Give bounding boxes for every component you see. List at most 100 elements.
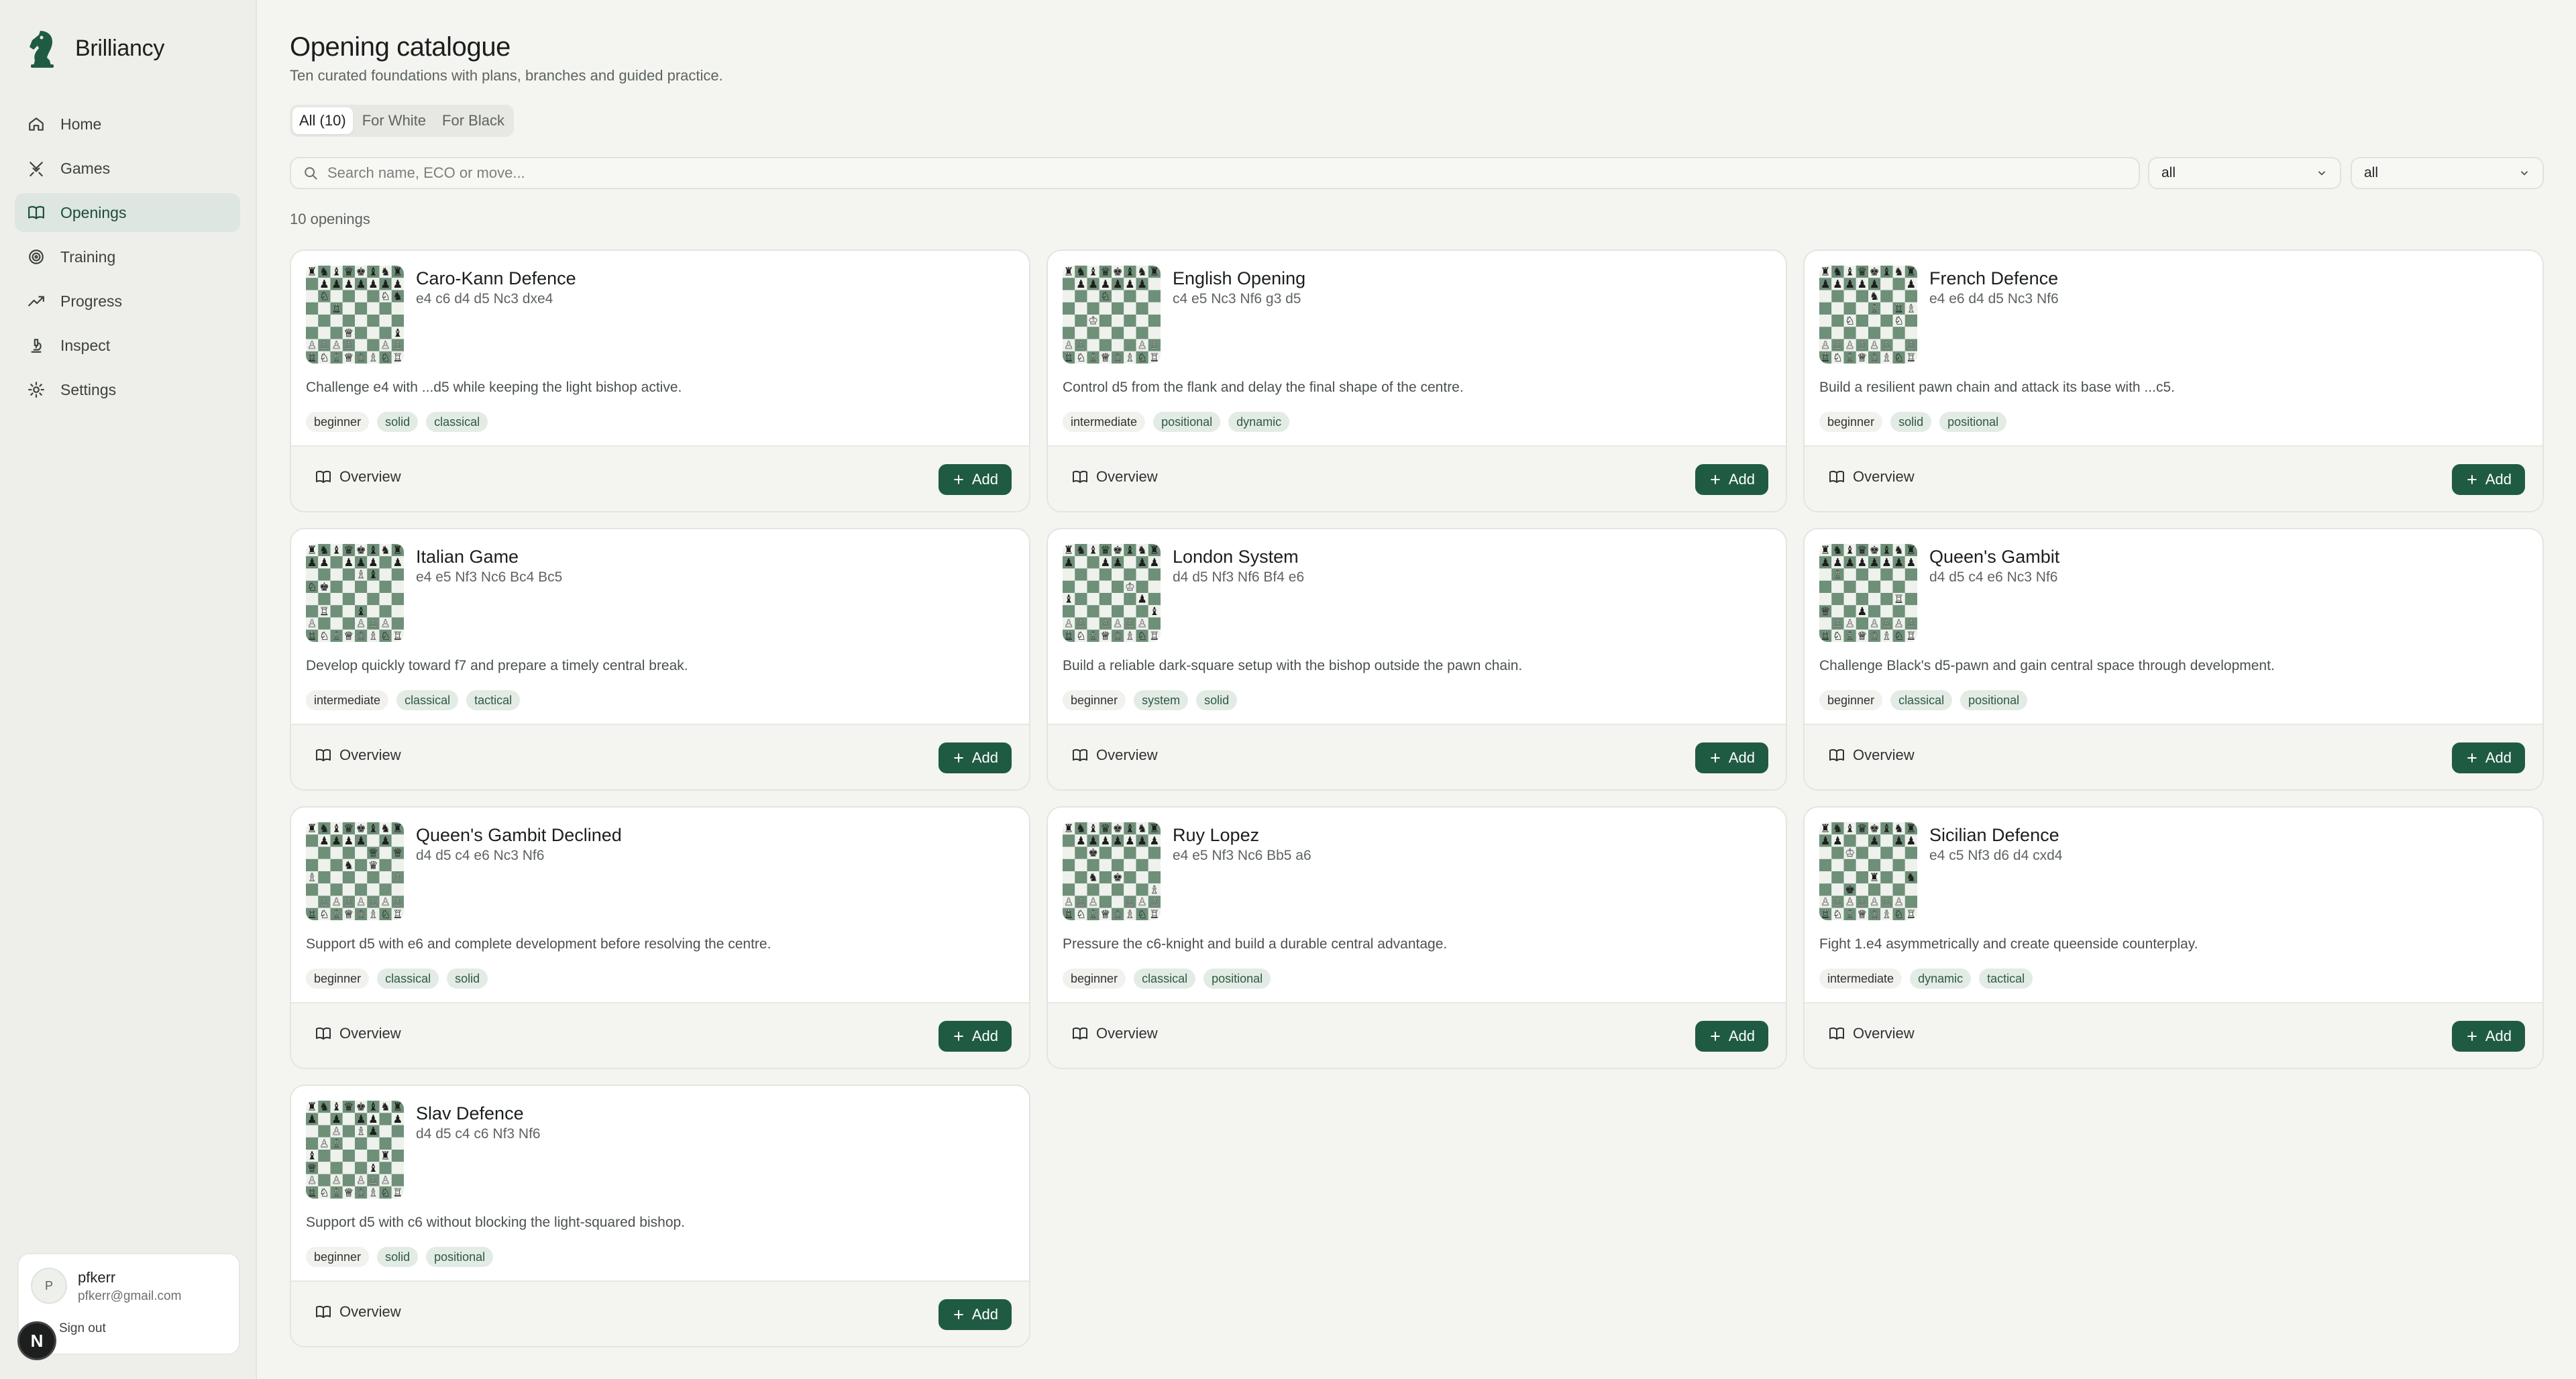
level-select[interactable]: all	[2148, 157, 2341, 189]
card-footer: Overview Add	[291, 724, 1029, 789]
opening-description: Challenge e4 with ...d5 while keeping th…	[306, 380, 682, 395]
svg-text:♖: ♖	[307, 1186, 317, 1199]
svg-text:♟: ♟	[307, 1113, 317, 1125]
svg-text:♟: ♟	[344, 834, 354, 847]
svg-text:♖: ♖	[1821, 907, 1831, 920]
opening-moves: e4 e6 d4 d5 Nc3 Nf6	[1929, 291, 2059, 307]
brand-name: Brilliancy	[75, 35, 165, 61]
search-box[interactable]	[290, 157, 2140, 189]
card-footer: Overview Add	[291, 445, 1029, 511]
chevron-down-icon	[2318, 171, 2326, 176]
opening-card[interactable]: ♜ ♞ ♝ ♛ ♚ ♝ ♞ ♜ ♟ ♟ ♟ ♟ ♟ ♔ ♜ ♞ ♚ ♙ ♙ ♙ ♙ ♙ ♙ ♙ ♖ ♘ ♗ ♕ ♔ ♗ ♘ ♖ Sicilian…	[1803, 806, 2544, 1069]
add-button[interactable]: Add	[938, 1021, 1012, 1052]
opening-card[interactable]: ♜ ♞ ♝ ♛ ♚ ♝ ♞ ♜ ♟ ♟ ♟ ♟ ♟ ♟ ♗ ♝ ♘ ♚ ♖ ♝ ♙ ♙ ♙ ♙ ♖ ♘ ♗ ♕ ♔ ♗ ♘ ♖ Italian …	[290, 528, 1030, 791]
opening-moves: e4 c5 Nf3 d6 d4 cxd4	[1929, 848, 2063, 863]
overview-button[interactable]: Overview	[1829, 468, 1915, 486]
tab-all[interactable]: All (10)	[292, 107, 353, 134]
avatar[interactable]: P	[31, 1268, 67, 1304]
svg-text:♘: ♘	[1076, 351, 1086, 364]
style-tag: solid	[447, 969, 488, 989]
style-tag: positional	[1153, 412, 1221, 432]
svg-text:♟: ♟	[331, 1113, 341, 1125]
svg-text:♙: ♙	[1833, 617, 1843, 630]
svg-text:♝: ♝	[1882, 544, 1892, 557]
svg-text:♙: ♙	[307, 617, 317, 630]
overview-button[interactable]: Overview	[315, 1303, 401, 1321]
tag-list: beginner system solid	[1063, 690, 1238, 710]
overview-button[interactable]: Overview	[315, 747, 401, 764]
board-thumbnail: ♜ ♞ ♝ ♛ ♚ ♝ ♞ ♜ ♟ ♟ ♟ ♟ ♟ ♟ ♗ ♝ ♘ ♚ ♖ ♝ ♙ ♙ ♙ ♙ ♖ ♘ ♗ ♕ ♔ ♗ ♘ ♖	[306, 544, 404, 642]
add-button[interactable]: Add	[1695, 742, 1768, 773]
opening-card[interactable]: ♜ ♞ ♝ ♛ ♚ ♝ ♞ ♜ ♟ ♟ ♟ ♟ ♟ ♟ ♟ ♚ ♞ ♚ ♗ ♙ ♙ ♙ ♙ ♙ ♙ ♖ ♘ ♗ ♕ ♔ ♗ ♘ ♖ Ruy Lop…	[1046, 806, 1787, 1069]
opening-card[interactable]: ♜ ♞ ♝ ♛ ♚ ♝ ♞ ♜ ♟ ♟ ♟ ♟ ♟ ♟ ♟ ♟ ♗ ♖ ♕ ♟ ♙ ♙ ♙ ♙ ♙ ♙ ♖ ♘ ♗ ♕ ♔ ♗ ♘ ♖ Queen'…	[1803, 528, 2544, 791]
svg-text:♘: ♘	[1076, 907, 1086, 920]
overview-button[interactable]: Overview	[315, 468, 401, 486]
svg-text:♘: ♘	[1137, 629, 1147, 642]
sidebar-item-home[interactable]: Home	[15, 105, 240, 144]
overview-button[interactable]: Overview	[1072, 468, 1158, 486]
opening-card[interactable]: ♜ ♞ ♝ ♛ ♚ ♝ ♞ ♜ ♟ ♟ ♟ ♟ ♟ ♟ ♞ ♗ ♖ ♗ ♘ ♘ ♙ ♙ ♙ ♙ ♙ ♙ ♙ ♖ ♘ ♗ ♕ ♔ ♗ ♘ ♖ Frenc…	[1803, 250, 2544, 512]
tab-for-black[interactable]: For Black	[435, 107, 511, 134]
svg-text:♚: ♚	[1113, 822, 1123, 835]
svg-text:♙: ♙	[368, 617, 378, 630]
sidebar-item-label: Games	[60, 159, 111, 177]
svg-text:♟: ♟	[1076, 278, 1086, 290]
svg-text:♜: ♜	[1821, 544, 1831, 557]
tab-for-white[interactable]: For White	[356, 107, 433, 134]
svg-text:♖: ♖	[319, 605, 329, 618]
add-button[interactable]: Add	[1695, 464, 1768, 495]
opening-card[interactable]: ♜ ♞ ♝ ♛ ♚ ♝ ♞ ♜ ♟ ♟ ♟ ♟ ♟ ♕ ♕ ♞ ♛ ♗ ♙ ♙ ♙ ♙ ♙ ♙ ♙ ♙ ♖ ♘ ♗ ♕ ♔ ♗ ♘ ♖ Queen'…	[290, 806, 1030, 1069]
svg-text:♙: ♙	[1882, 895, 1892, 908]
overview-button[interactable]: Overview	[1829, 747, 1915, 764]
style-tag: positional	[1939, 412, 2007, 432]
add-button[interactable]: Add	[938, 464, 1012, 495]
overview-label: Overview	[339, 1303, 401, 1320]
svg-text:♖: ♖	[1907, 907, 1917, 920]
svg-text:♗: ♗	[1845, 629, 1855, 642]
sidebar-item-training[interactable]: Training	[15, 237, 240, 276]
svg-text:♙: ♙	[1858, 895, 1868, 908]
overview-label: Overview	[1853, 468, 1915, 485]
svg-text:♙: ♙	[331, 1125, 341, 1138]
svg-text:♗: ♗	[1088, 351, 1098, 364]
sidebar-item-openings[interactable]: Openings	[15, 193, 240, 232]
style-select[interactable]: all	[2351, 157, 2544, 189]
sidebar-item-games[interactable]: Games	[15, 149, 240, 188]
dev-badge-button[interactable]: N	[17, 1321, 56, 1360]
svg-text:♛: ♛	[1101, 822, 1111, 835]
overview-button[interactable]: Overview	[1829, 1025, 1915, 1042]
add-button[interactable]: Add	[2451, 1021, 2525, 1052]
add-button[interactable]: Add	[2451, 742, 2525, 773]
opening-card[interactable]: ♜ ♞ ♝ ♛ ♚ ♝ ♞ ♜ ♟ ♟ ♟ ♟ ♟ ♟ ♟ ♘ ♘ ♞ ♖ ♕ ♝ ♙ ♙ ♙ ♙ ♙ ♙ ♖ ♘ ♗ ♕ ♔ ♗ ♘ ♖ Caro-…	[290, 250, 1030, 512]
add-button[interactable]: Add	[1695, 1021, 1768, 1052]
overview-button[interactable]: Overview	[315, 1025, 401, 1042]
add-button[interactable]: Add	[2451, 464, 2525, 495]
sidebar-item-settings[interactable]: Settings	[15, 370, 240, 409]
svg-text:♙: ♙	[1125, 617, 1135, 630]
svg-text:♜: ♜	[1821, 266, 1831, 278]
opening-name: Queen's Gambit Declined	[416, 825, 622, 845]
opening-card[interactable]: ♜ ♞ ♝ ♛ ♚ ♝ ♞ ♜ ♟ ♟ ♟ ♟ ♟ ♔ ♝ ♟ ♝ ♙ ♙ ♙ ♙ ♙ ♙ ♖ ♘ ♗ ♕ ♔ ♗ ♘ ♖ London Sy…	[1046, 528, 1787, 791]
svg-text:♟: ♟	[1858, 605, 1868, 618]
brand[interactable]: Brilliancy	[24, 28, 164, 68]
opening-name: London System	[1173, 547, 1299, 567]
sidebar-item-inspect[interactable]: Inspect	[15, 326, 240, 365]
tag-list: intermediate dynamic tactical	[1819, 969, 2033, 989]
svg-text:♛: ♛	[1858, 266, 1868, 278]
svg-text:♘: ♘	[380, 290, 390, 302]
book-icon	[316, 470, 331, 483]
level-select-value: all	[2161, 165, 2176, 180]
search-input[interactable]	[327, 164, 2072, 182]
add-button[interactable]: Add	[938, 742, 1012, 773]
overview-button[interactable]: Overview	[1072, 1025, 1158, 1042]
trend-up-icon	[27, 292, 46, 311]
sign-out-button[interactable]: Sign out	[59, 1321, 106, 1336]
opening-card[interactable]: ♜ ♞ ♝ ♛ ♚ ♝ ♞ ♜ ♟ ♟ ♟ ♟ ♟ ♟ ♘ ♔ ♙ ♙ ♙ ♙ ♖ ♘ ♗ ♕ ♔ ♗ ♘ ♖ English Open…	[1046, 250, 1787, 512]
microscope-icon	[27, 336, 46, 355]
svg-text:♜: ♜	[1821, 822, 1831, 835]
opening-card[interactable]: ♜ ♞ ♝ ♛ ♚ ♝ ♞ ♜ ♟ ♟ ♟ ♟ ♟ ♙ ♗ ♟ ♙ ♗ ♝ ♜ ♕ ♝ ♙ ♙ ♙ ♙ ♙ ♖ ♘ ♗ ♕ ♔ ♗ ♘ ♖ Slav …	[290, 1085, 1030, 1347]
sidebar-item-progress[interactable]: Progress	[15, 282, 240, 321]
svg-text:♙: ♙	[1076, 895, 1086, 908]
overview-button[interactable]: Overview	[1072, 747, 1158, 764]
add-button[interactable]: Add	[938, 1299, 1012, 1330]
